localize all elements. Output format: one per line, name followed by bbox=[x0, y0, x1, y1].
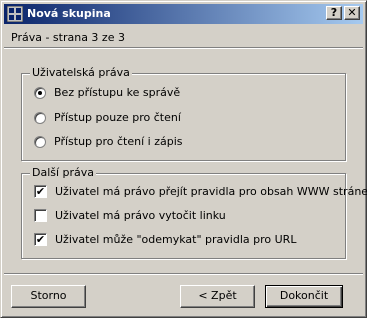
checkbox-dial-line[interactable]: Uživatel má právo vytočit linku bbox=[34, 209, 226, 222]
checkbox-label: Uživatel má právo vytočit linku bbox=[55, 209, 226, 222]
radio-no-access[interactable]: Bez přístupu ke správě bbox=[34, 86, 180, 99]
radio-label: Přístup pouze pro čtení bbox=[54, 111, 181, 124]
close-button[interactable]: ✕ bbox=[344, 6, 360, 20]
checkbox[interactable]: ✔ bbox=[34, 185, 47, 198]
other-rights-title: Další práva bbox=[30, 166, 97, 179]
page-indicator: Práva - strana 3 ze 3 bbox=[11, 31, 125, 44]
checkmark-icon: ✔ bbox=[35, 233, 46, 246]
checkbox-unlock-url-rules[interactable]: ✔ Uživatel může "odemykat" pravidla pro … bbox=[34, 233, 296, 246]
user-rights-group: Uživatelská práva Bez přístupu ke správě… bbox=[21, 66, 346, 161]
checkbox-bypass-web-rules[interactable]: ✔ Uživatel má právo přejít pravidla pro … bbox=[34, 185, 367, 198]
dialog-window: Nová skupina ? ✕ Práva - strana 3 ze 3 U… bbox=[0, 0, 367, 318]
app-icon bbox=[7, 6, 23, 22]
title-bar[interactable]: Nová skupina ? ✕ bbox=[4, 4, 363, 24]
cancel-button[interactable]: Storno bbox=[11, 285, 86, 308]
checkbox-label: Uživatel může "odemykat" pravidla pro UR… bbox=[55, 233, 297, 246]
other-rights-group: Další práva ✔ Uživatel má právo přejít p… bbox=[21, 166, 367, 259]
radio-button[interactable] bbox=[34, 111, 46, 124]
checkmark-icon: ✔ bbox=[35, 185, 46, 198]
checkbox[interactable]: ✔ bbox=[34, 233, 47, 246]
radio-read-write[interactable]: Přístup pro čtení i zápis bbox=[34, 135, 183, 148]
radio-label: Přístup pro čtení i zápis bbox=[54, 135, 183, 148]
header-divider bbox=[4, 47, 363, 49]
radio-button[interactable] bbox=[34, 86, 46, 99]
back-button[interactable]: < Zpět bbox=[180, 285, 255, 308]
finish-button[interactable]: Dokončit bbox=[265, 285, 343, 308]
radio-button[interactable] bbox=[34, 135, 46, 148]
user-rights-title: Uživatelská práva bbox=[30, 66, 132, 79]
window-title: Nová skupina bbox=[27, 7, 111, 20]
radio-label: Bez přístupu ke správě bbox=[54, 86, 181, 99]
radio-selected-dot bbox=[38, 90, 42, 95]
checkbox-label: Uživatel má právo přejít pravidla pro ob… bbox=[55, 185, 367, 198]
footer-divider bbox=[4, 273, 363, 275]
help-button[interactable]: ? bbox=[326, 6, 342, 20]
checkbox[interactable] bbox=[34, 209, 47, 222]
radio-read-only[interactable]: Přístup pouze pro čtení bbox=[34, 111, 181, 124]
